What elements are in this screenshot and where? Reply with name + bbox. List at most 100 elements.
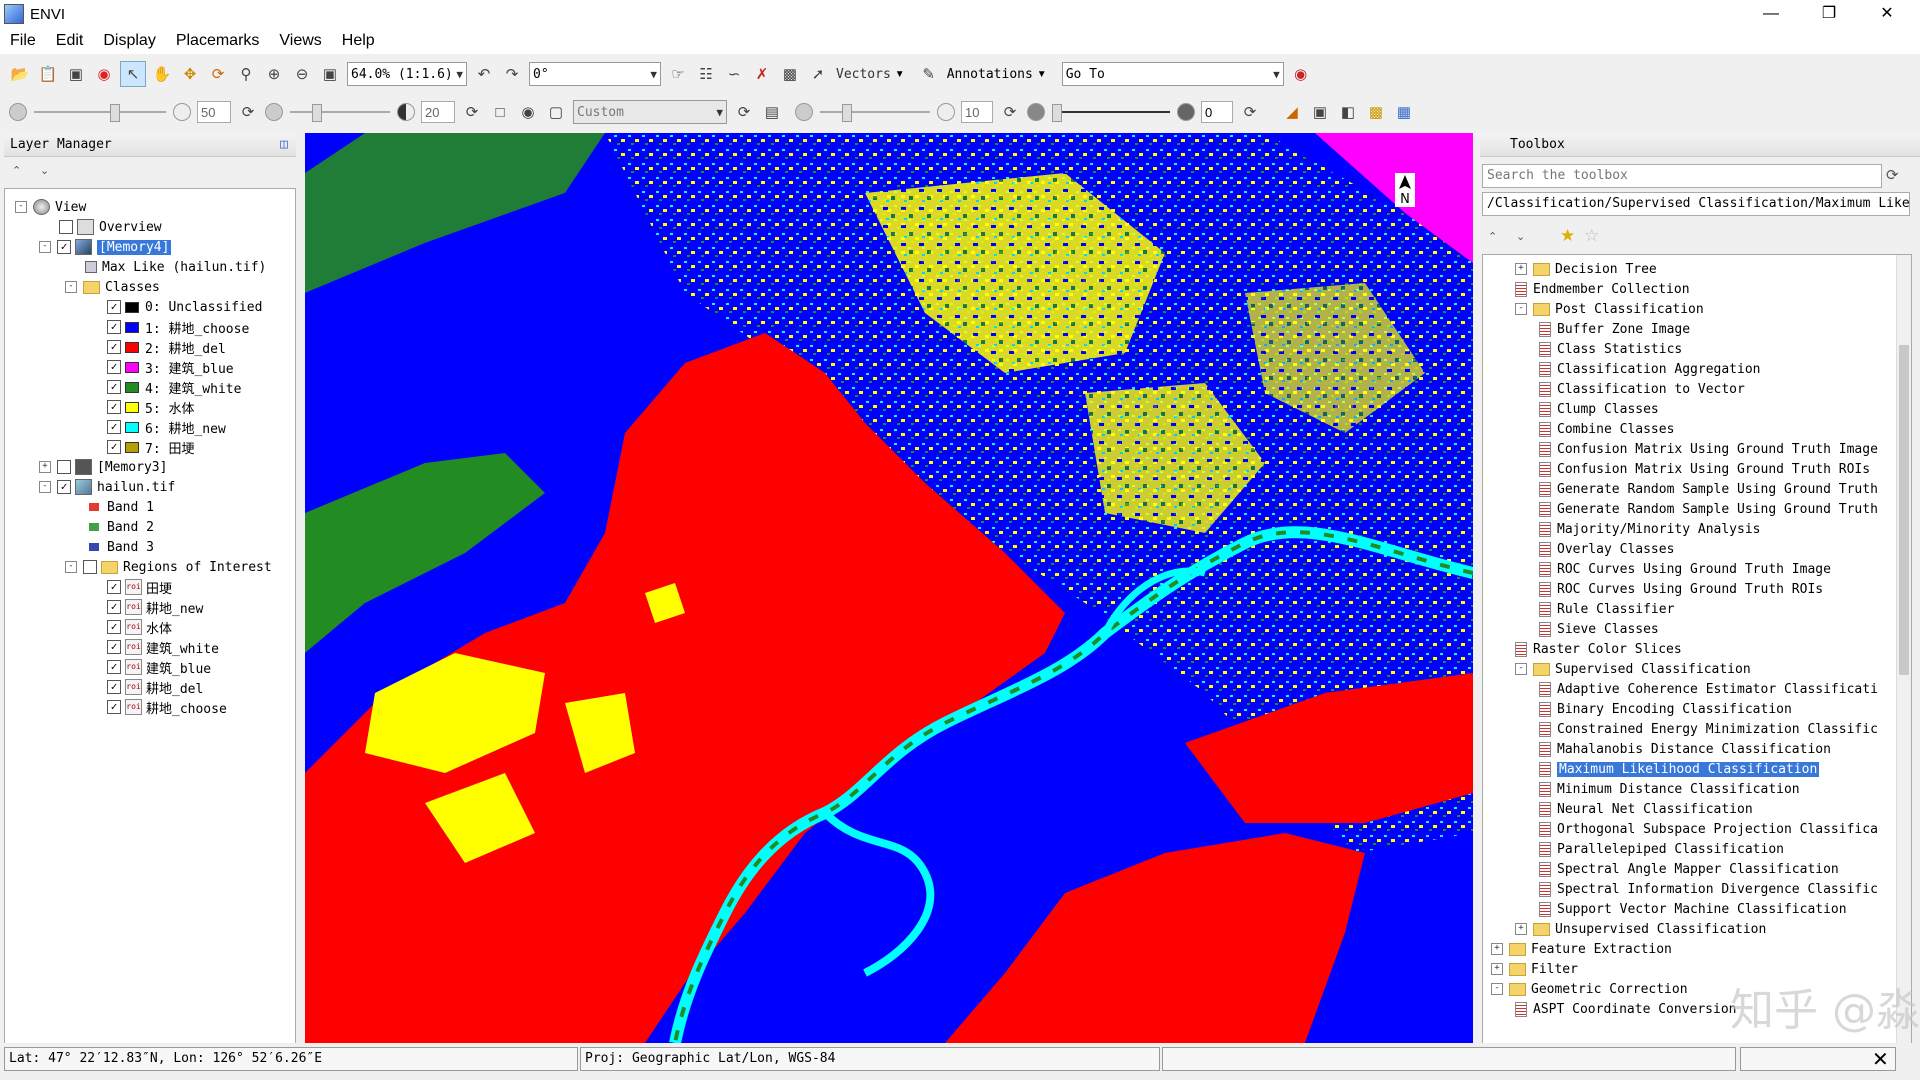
checkbox[interactable] — [57, 460, 71, 474]
select-pointer-icon[interactable]: ↖ — [120, 61, 146, 87]
tree-roi-item[interactable]: ✓ roi 建筑_white — [107, 637, 219, 657]
collapse-toggle[interactable]: - — [1515, 303, 1527, 315]
stretch-options-icon[interactable]: ◉ — [516, 100, 540, 124]
tree-roi-item[interactable]: ✓ roi 建筑_blue — [107, 657, 211, 677]
collapse-toggle[interactable]: - — [65, 561, 77, 573]
toolbox-folder-item[interactable]: + Feature Extraction — [1491, 939, 1672, 959]
tree-class-item[interactable]: ✓ 0: Unclassified — [107, 297, 262, 317]
refresh-icon[interactable]: ⟳ — [1886, 166, 1899, 184]
checkbox[interactable] — [59, 220, 73, 234]
toolbox-tool-item[interactable]: Support Vector Machine Classification — [1539, 899, 1847, 919]
toolbox-tool-item[interactable]: Buffer Zone Image — [1539, 319, 1690, 339]
collapse-toggle[interactable]: - — [65, 281, 77, 293]
checkbox[interactable]: ✓ — [107, 400, 121, 414]
tree-class-item[interactable]: ✓ 1: 耕地_choose — [107, 317, 249, 337]
pan-hand-icon[interactable]: ✋ — [150, 62, 174, 86]
sharpen-value[interactable]: 10 — [961, 101, 993, 123]
tree-hailun[interactable]: - ✓ hailun.tif — [39, 477, 175, 497]
toolbox-tool-item[interactable]: Classification to Vector — [1539, 379, 1745, 399]
checkbox[interactable]: ✓ — [107, 340, 121, 354]
placemark-icon[interactable]: ◉ — [92, 62, 116, 86]
zoom-icon[interactable]: ⚲ — [234, 62, 258, 86]
image-view[interactable]: N — [305, 133, 1473, 1043]
minimize-button[interactable]: — — [1742, 0, 1800, 28]
collapse-all-icon[interactable]: ⌃ — [12, 164, 21, 177]
toolbox-tool-item[interactable]: ASPT Coordinate Conversion — [1515, 999, 1737, 1019]
tree-roi[interactable]: - Regions of Interest — [65, 557, 272, 577]
stretch-combo[interactable]: Custom ▼ — [573, 100, 727, 124]
checkbox[interactable]: ✓ — [107, 300, 121, 314]
reset-contrast-icon[interactable]: ⟳ — [460, 100, 484, 124]
tree-memory4[interactable]: - ✓ [Memory4] — [39, 237, 172, 257]
favorite-star-icon[interactable]: ★ — [1560, 226, 1575, 246]
chip-icon[interactable]: ✗ — [750, 62, 774, 86]
maximize-button[interactable]: ❐ — [1800, 0, 1858, 28]
toolbox-tool-item[interactable]: Neural Net Classification — [1539, 799, 1753, 819]
tree-overview[interactable]: Overview — [59, 217, 162, 237]
toolbox-tool-item[interactable]: Combine Classes — [1539, 419, 1674, 439]
toolbox-tool-item[interactable]: Generate Random Sample Using Ground Trut… — [1539, 499, 1878, 519]
contrast-value[interactable]: 20 — [421, 101, 455, 123]
zoom-fit-icon[interactable]: ▣ — [318, 62, 342, 86]
toolbox-folder-item[interactable]: + Decision Tree — [1515, 259, 1657, 279]
tree-class-item[interactable]: ✓ 5: 水体 — [107, 397, 194, 417]
checkbox[interactable]: ✓ — [107, 580, 121, 594]
menu-file[interactable]: File — [0, 32, 46, 50]
chart-icon[interactable]: ◢ — [1280, 100, 1304, 124]
tree-class-item[interactable]: ✓ 4: 建筑_white — [107, 377, 241, 397]
collapse-toggle[interactable]: - — [15, 201, 27, 213]
toolbox-tool-item[interactable]: Generate Random Sample Using Ground Trut… — [1539, 479, 1878, 499]
tree-class-item[interactable]: ✓ 2: 耕地_del — [107, 337, 226, 357]
reset-sharpen-icon[interactable]: ⟳ — [998, 100, 1022, 124]
histogram-icon[interactable]: ▤ — [760, 100, 784, 124]
rotation-combo[interactable]: 0° ▼ — [529, 62, 661, 86]
grid-lines-icon[interactable]: ☷ — [694, 62, 718, 86]
expand-toggle[interactable]: + — [1491, 963, 1503, 975]
sharpen-slider[interactable] — [820, 102, 930, 122]
checkbox[interactable]: ✓ — [107, 600, 121, 614]
checkbox[interactable]: ✓ — [107, 360, 121, 374]
menu-display[interactable]: Display — [93, 32, 165, 50]
toolbox-tool-item[interactable]: Maximum Likelihood Classification — [1539, 759, 1820, 779]
toolbox-tool-item[interactable]: Confusion Matrix Using Ground Truth Imag… — [1539, 439, 1878, 459]
checkbox[interactable]: ✓ — [107, 620, 121, 634]
classification-map[interactable]: N — [305, 133, 1473, 1043]
toolbox-tool-item[interactable]: Class Statistics — [1539, 339, 1682, 359]
toolbox-tool-item[interactable]: Sieve Classes — [1539, 619, 1659, 639]
reset-transparency-icon[interactable]: ⟳ — [1238, 100, 1262, 124]
toolbox-tool-item[interactable]: Raster Color Slices — [1515, 639, 1682, 659]
rotate-left-icon[interactable]: ↶ — [472, 62, 496, 86]
tree-roi-item[interactable]: ✓ roi 田埂 — [107, 577, 172, 597]
tree-roi-item[interactable]: ✓ roi 耕地_new — [107, 597, 203, 617]
checkbox[interactable]: ✓ — [107, 320, 121, 334]
crop-icon[interactable]: ▣ — [64, 62, 88, 86]
transparency-value[interactable]: 0 — [1201, 101, 1233, 123]
toolbox-tool-item[interactable]: Spectral Information Divergence Classifi… — [1539, 879, 1878, 899]
globe-icon[interactable]: ◉ — [1289, 62, 1313, 86]
collapse-all-icon[interactable]: ⌃ — [1488, 230, 1497, 243]
checkbox[interactable]: ✓ — [57, 240, 71, 254]
toolbox-tool-item[interactable]: Adaptive Coherence Estimator Classificat… — [1539, 679, 1878, 699]
brightness-slider[interactable] — [34, 102, 166, 122]
tree-roi-item[interactable]: ✓ roi 水体 — [107, 617, 172, 637]
toolbox-tool-item[interactable]: Endmember Collection — [1515, 279, 1690, 299]
menu-views[interactable]: Views — [269, 32, 331, 50]
tree-class-item[interactable]: ✓ 3: 建筑_blue — [107, 357, 234, 377]
checkbox[interactable]: ✓ — [57, 480, 71, 494]
toolbox-tool-item[interactable]: Minimum Distance Classification — [1539, 779, 1800, 799]
view-single-icon[interactable]: ▣ — [1308, 100, 1332, 124]
tree-band-item[interactable]: Band 3 — [89, 537, 154, 557]
menu-help[interactable]: Help — [332, 32, 385, 50]
cancel-progress-icon[interactable]: ✕ — [1872, 1047, 1889, 1072]
collapse-toggle[interactable]: - — [1515, 663, 1527, 675]
toolbox-folder-item[interactable]: - Post Classification — [1515, 299, 1704, 319]
zoom-in-icon[interactable]: ⊕ — [262, 62, 286, 86]
reset-brightness-icon[interactable]: ⟳ — [236, 100, 260, 124]
toolbox-tool-item[interactable]: Classification Aggregation — [1539, 359, 1761, 379]
toolbox-tool-item[interactable]: Binary Encoding Classification — [1539, 699, 1792, 719]
tree-band-item[interactable]: Band 2 — [89, 517, 154, 537]
toolbox-tool-item[interactable]: Constrained Energy Minimization Classifi… — [1539, 719, 1878, 739]
expand-all-icon[interactable]: ⌄ — [40, 164, 49, 177]
toolbox-tool-item[interactable]: Parallelepiped Classification — [1539, 839, 1784, 859]
view-swipe-icon[interactable]: ▦ — [1392, 100, 1416, 124]
